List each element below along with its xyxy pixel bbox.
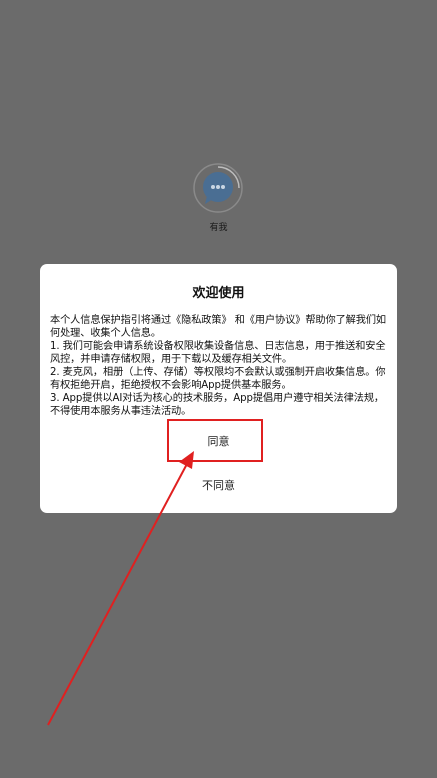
policy-paragraph: 3. App提供以AI对话为核心的技术服务，App提倡用户遵守相关法律法规，不得… (50, 393, 384, 417)
disagree-button[interactable]: 不同意 (40, 473, 397, 499)
privacy-dialog: 欢迎使用 本个人信息保护指引将通过《隐私政策》 和《用户协议》帮助你了解我们如何… (40, 264, 397, 513)
app-logo (192, 162, 244, 214)
policy-paragraph: 2. 麦克风，相册（上传、存储）等权限均不会默认或强制开启收集信息。你有权拒绝开… (50, 367, 386, 391)
annotation-highlight-box (167, 419, 263, 462)
dialog-body: 本个人信息保护指引将通过《隐私政策》 和《用户协议》帮助你了解我们如何处理、收集… (50, 314, 388, 418)
app-name: 有我 (209, 223, 228, 233)
dialog-title: 欢迎使用 (192, 286, 245, 301)
chat-bubble-icon (193, 163, 243, 213)
policy-paragraph: 本个人信息保护指引将通过《隐私政策》 和《用户协议》帮助你了解我们如何处理、收集… (50, 315, 387, 339)
policy-paragraph: 1. 我们可能会申请系统设备权限收集设备信息、日志信息，用于推送和安全风控，并申… (50, 341, 386, 365)
